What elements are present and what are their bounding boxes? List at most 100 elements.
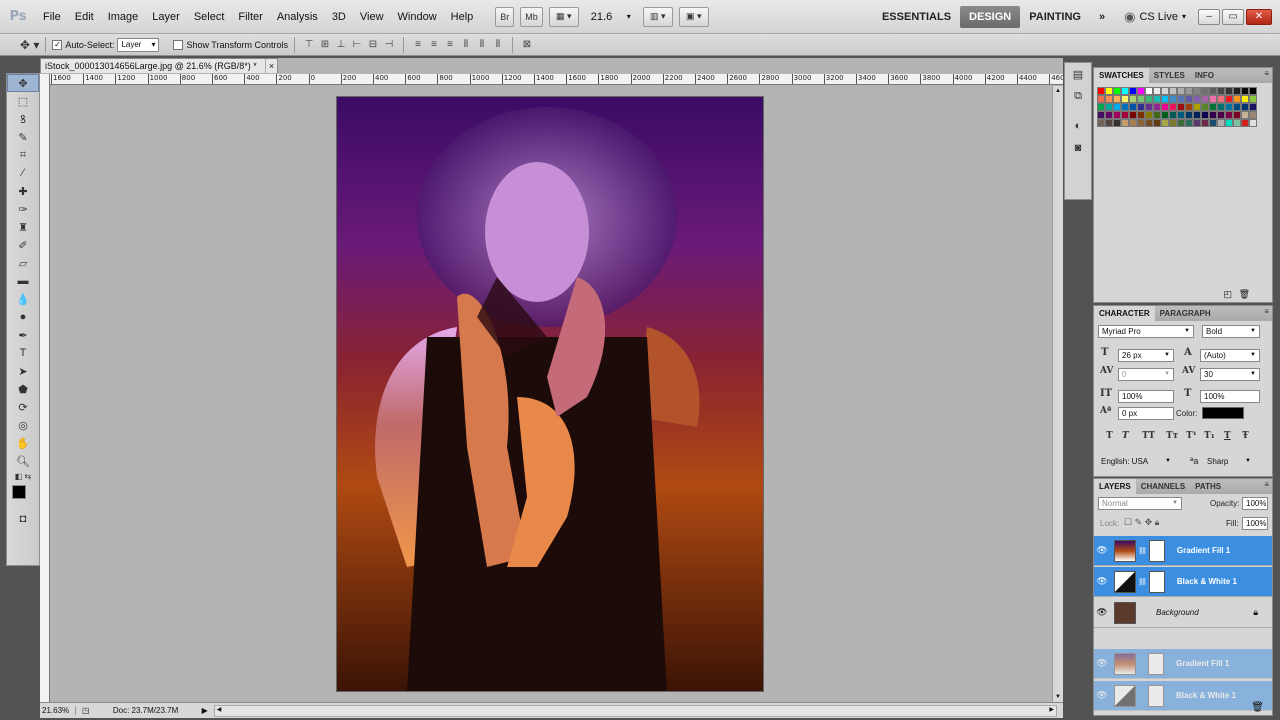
swatch[interactable] [1137,111,1145,119]
language-select[interactable]: English: USA ▼ [1098,456,1174,469]
zoom-tool[interactable]: 🔍︎ [7,452,39,470]
swatch[interactable] [1177,111,1185,119]
swatch[interactable] [1225,87,1233,95]
quick-select-tool[interactable]: ✎ [7,128,39,146]
swatch[interactable] [1145,87,1153,95]
menu-layer[interactable]: Layer [145,0,187,34]
swatch[interactable] [1161,95,1169,103]
stamp-tool[interactable]: ♜ [7,218,39,236]
swatch[interactable] [1113,95,1121,103]
swatch[interactable] [1097,111,1105,119]
swatch[interactable] [1225,119,1233,127]
swatch[interactable] [1209,95,1217,103]
swatch[interactable] [1153,95,1161,103]
swatch[interactable] [1193,103,1201,111]
swatch[interactable] [1169,95,1177,103]
antialias-select[interactable]: Sharp ▼ [1204,456,1254,469]
swatch[interactable] [1129,87,1137,95]
brush-tool[interactable]: ✑ [7,200,39,218]
swatch[interactable] [1241,95,1249,103]
eyedropper-tool[interactable]: ⁄ [7,164,39,182]
minibridge-button[interactable]: Mb [520,6,543,27]
swatch[interactable] [1153,103,1161,111]
auto-select-dropdown[interactable]: Layer ▾ [117,37,160,52]
lasso-tool[interactable]: ꝸ [7,110,39,128]
align-top-icon[interactable]: ⊤ [301,38,317,52]
swatch[interactable] [1201,95,1209,103]
swatch[interactable] [1209,87,1217,95]
menu-view[interactable]: View [353,0,391,34]
move-tool[interactable]: ✥ [7,74,39,92]
tracking-field[interactable]: 30 ▼ [1200,368,1260,381]
menu-window[interactable]: Window [391,0,444,34]
swatch[interactable] [1193,95,1201,103]
history-panel-button[interactable]: ⧉ [1065,85,1091,107]
swatch[interactable] [1129,95,1137,103]
swatch[interactable] [1137,119,1145,127]
close-button[interactable]: ✕ [1246,8,1272,25]
swatch[interactable] [1241,111,1249,119]
3d-rotate-tool[interactable]: ⟳ [7,398,39,416]
vertical-scale-field[interactable]: 100% [1118,390,1174,403]
strikethrough-button[interactable]: Ŧ [1242,431,1249,441]
auto-align-icon[interactable]: ⊠ [519,38,535,52]
tab-character[interactable]: CHARACTER [1094,306,1155,321]
swatch[interactable] [1233,103,1241,111]
eye-icon[interactable]: 👁︎ [1094,576,1110,587]
swatch[interactable] [1137,95,1145,103]
swatch[interactable] [1249,103,1257,111]
align-hcenter-icon[interactable]: ⊟ [365,38,381,52]
workspace-essentials[interactable]: ESSENTIALS [873,6,960,28]
swatch[interactable] [1193,87,1201,95]
swatch[interactable] [1217,87,1225,95]
eye-icon[interactable]: 👁︎ [1094,607,1110,618]
layer-gradient-fill[interactable]: 👁︎ ⛓︎ Gradient Fill 1 [1094,536,1272,566]
transform-controls-checkbox[interactable] [173,39,184,50]
swatch[interactable] [1201,111,1209,119]
swatch[interactable] [1169,87,1177,95]
scroll-right-icon[interactable]: ▶ [1049,706,1054,713]
menu-file[interactable]: File [36,0,68,34]
swatch[interactable] [1129,119,1137,127]
swatch[interactable] [1129,103,1137,111]
vertical-ruler[interactable] [40,74,50,702]
swatch[interactable] [1161,103,1169,111]
text-color-swatch[interactable] [1202,407,1244,419]
hand-tool[interactable]: ✋ [7,434,39,452]
swatch[interactable] [1241,119,1249,127]
blend-mode-select[interactable]: Normal ▼ [1098,497,1182,510]
swatch[interactable] [1121,95,1129,103]
dodge-tool[interactable]: ● [7,308,39,326]
swatch[interactable] [1209,111,1217,119]
swatch[interactable] [1161,111,1169,119]
tab-paths[interactable]: PATHS [1190,479,1226,494]
swatch[interactable] [1225,95,1233,103]
more-workspaces-button[interactable]: » [1090,6,1114,28]
bridge-button[interactable]: Br [495,6,515,27]
swatch[interactable] [1105,95,1113,103]
foreground-color[interactable] [12,485,26,499]
minimize-button[interactable]: – [1198,8,1220,25]
swatch[interactable] [1153,119,1161,127]
align-vcenter-icon[interactable]: ⊞ [317,38,333,52]
swatch[interactable] [1193,119,1201,127]
screen-mode-button[interactable]: ▣ ▾ [678,6,709,27]
zoom-level-select[interactable]: 21.6 ▾ [586,8,636,26]
swatch[interactable] [1225,103,1233,111]
swatch[interactable] [1105,111,1113,119]
swatch[interactable] [1145,119,1153,127]
quick-mask-button[interactable]: ◘ [7,510,39,528]
swatch[interactable] [1201,119,1209,127]
scroll-left-icon[interactable]: ◀ [217,706,222,713]
minibridge-panel-button[interactable]: ▤ [1065,63,1091,85]
status-info-icon[interactable]: ◳ [82,706,90,715]
adjustments-panel-button[interactable]: ◐ [1065,115,1091,137]
menu-select[interactable]: Select [187,0,232,34]
auto-select-checkbox[interactable]: ✓ [52,39,63,50]
swatch[interactable] [1113,119,1121,127]
arrange-documents-button[interactable]: ▥ ▾ [642,6,673,27]
document-image[interactable] [336,96,764,692]
swatch[interactable] [1241,103,1249,111]
swatch[interactable] [1233,111,1241,119]
superscript-button[interactable]: T¹ [1186,431,1197,441]
